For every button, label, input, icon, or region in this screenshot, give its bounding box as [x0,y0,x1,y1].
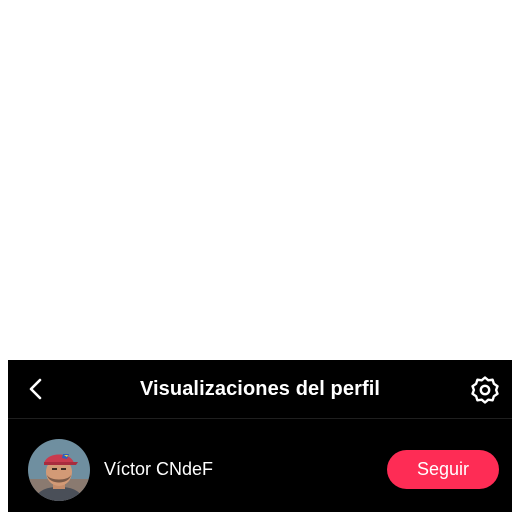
user-row[interactable]: Víctor CNdeF Seguir [8,419,512,512]
back-button[interactable] [22,375,50,403]
gear-icon [471,376,499,404]
settings-button[interactable] [470,375,500,405]
username[interactable]: Víctor CNdeF [104,459,213,480]
profile-views-panel: Visualizaciones del perfil Víctor CNdeF … [8,360,512,512]
header-bar: Visualizaciones del perfil [8,360,512,419]
avatar[interactable] [28,439,90,501]
user-avatar [28,439,90,501]
chevron-left-icon [29,378,42,400]
follow-button[interactable]: Seguir [387,450,499,489]
page-title: Visualizaciones del perfil [139,377,381,400]
screen: Visualizaciones del perfil Víctor CNdeF … [0,0,512,512]
